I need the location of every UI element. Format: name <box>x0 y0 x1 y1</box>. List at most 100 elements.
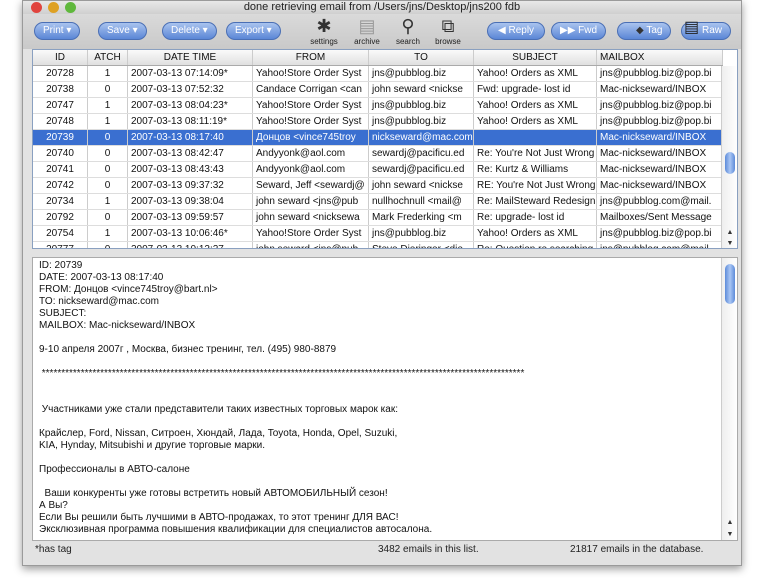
message-body: ID: 20739 DATE: 2007-03-13 08:17:40 FROM… <box>39 260 525 535</box>
search-button[interactable]: ⚲ search <box>391 15 425 46</box>
table-cell: 2007-03-13 08:43:43 <box>128 162 253 177</box>
settings-button[interactable]: ✱ settings <box>307 15 341 46</box>
table-cell: 2007-03-13 07:52:32 <box>128 82 253 97</box>
column-header[interactable]: SUBJECT <box>474 50 597 65</box>
table-cell: john seward <nickse <box>369 178 474 193</box>
table-cell: 1 <box>88 98 128 113</box>
table-row[interactable]: 20754 1 2007-03-13 10:06:46* Yahoo!Store Or… <box>33 226 723 242</box>
reply-button[interactable]: ◀ Reply <box>487 22 546 40</box>
table-cell: 0 <box>88 130 128 145</box>
table-cell: Re: You're Not Just Wrong <box>474 146 597 161</box>
table-scrollbar[interactable]: ▲ ▼ <box>721 66 737 248</box>
archive-button[interactable]: ▤ archive <box>350 15 384 46</box>
table-row[interactable]: 20747 1 2007-03-13 08:04:23* Yahoo!Store Or… <box>33 98 723 114</box>
reply-icon: ◀ <box>498 25 506 36</box>
table-cell: 1 <box>88 226 128 241</box>
table-cell: 20777 <box>33 242 88 248</box>
table-cell: Yahoo!Store Order Syst <box>253 114 369 129</box>
print-button[interactable]: Print ▾ <box>34 22 81 40</box>
save-button[interactable]: Save ▾ <box>98 22 147 40</box>
tag-button[interactable]: ◆ Tag <box>617 22 672 40</box>
title-bar: done retrieving email from /Users/jns/De… <box>23 1 741 14</box>
table-cell: 0 <box>88 242 128 248</box>
table-row[interactable]: 20792 0 2007-03-13 09:59:57 john seward <ni… <box>33 210 723 226</box>
export-button[interactable]: Export ▾ <box>226 22 281 40</box>
table-cell: Seward, Jeff <sewardj@ <box>253 178 369 193</box>
table-cell: jns@pubblog.biz <box>369 114 474 129</box>
detail-scroll-up-arrow[interactable]: ▲ <box>722 519 737 526</box>
table-cell: 2007-03-13 07:14:09* <box>128 66 253 81</box>
table-cell: 1 <box>88 66 128 81</box>
table-cell: 0 <box>88 146 128 161</box>
forward-icon: ▶▶ <box>560 25 576 36</box>
table-row[interactable]: 20728 1 2007-03-13 07:14:09* Yahoo!Store Or… <box>33 66 723 82</box>
detail-scroll-down-arrow[interactable]: ▼ <box>722 531 737 538</box>
table-cell: 20748 <box>33 114 88 129</box>
table-cell: jns@pubblog.com@mail. <box>597 194 723 209</box>
delete-button[interactable]: Delete ▾ <box>162 22 217 40</box>
table-cell: 20747 <box>33 98 88 113</box>
table-cell: Yahoo! Orders as XML <box>474 226 597 241</box>
scroll-down-arrow[interactable]: ▼ <box>722 240 737 247</box>
column-header[interactable]: MAILBOX <box>597 50 723 65</box>
table-cell: 2007-03-13 09:38:04 <box>128 194 253 209</box>
table-cell: jns@pubblog.biz@pop.bi <box>597 66 723 81</box>
archive-icon: ▤ <box>358 16 376 36</box>
table-row[interactable]: 20741 0 2007-03-13 08:43:43 Andyyonk@aol.co… <box>33 162 723 178</box>
list-count: 3482 emails in this list. <box>378 544 479 555</box>
table-row[interactable]: 20742 0 2007-03-13 09:37:32 Seward, Jeff <s… <box>33 178 723 194</box>
table-cell: RE: You're Not Just Wrong <box>474 178 597 193</box>
raw-button[interactable]: ▤ Raw <box>681 20 732 40</box>
column-header[interactable]: DATE TIME <box>128 50 253 65</box>
zoom-button[interactable] <box>65 2 76 13</box>
table-cell: sewardj@pacificu.ed <box>369 146 474 161</box>
table-cell: 2007-03-13 08:42:47 <box>128 146 253 161</box>
detail-scrollbar[interactable]: ▲ ▼ <box>721 258 737 540</box>
table-cell: 2007-03-13 10:06:46* <box>128 226 253 241</box>
gear-icon: ✱ <box>316 16 332 36</box>
minimize-button[interactable] <box>48 2 59 13</box>
email-table: ID ATCH DATE TIME FROM TO SUBJECT MAILBOX 2072… <box>32 49 738 249</box>
column-header[interactable]: FROM <box>253 50 369 65</box>
scroll-up-arrow[interactable]: ▲ <box>722 229 737 236</box>
column-header[interactable]: ID <box>33 50 88 65</box>
table-cell: jns@pubblog.biz@pop.bi <box>597 226 723 241</box>
table-cell: Mac-nickseward/INBOX <box>597 146 723 161</box>
close-button[interactable] <box>31 2 42 13</box>
table-cell: 1 <box>88 194 128 209</box>
table-cell: Mac-nickseward/INBOX <box>597 130 723 145</box>
table-cell: 1 <box>88 114 128 129</box>
forward-button[interactable]: ▶▶ Fwd <box>551 22 607 40</box>
table-row[interactable]: 20740 0 2007-03-13 08:42:47 Andyyonk@aol.co… <box>33 146 723 162</box>
app-window: done retrieving email from /Users/jns/De… <box>22 0 742 566</box>
table-cell: 20740 <box>33 146 88 161</box>
browse-icon: ⧉ <box>441 16 455 36</box>
table-cell: sewardj@pacificu.ed <box>369 162 474 177</box>
table-cell: 20742 <box>33 178 88 193</box>
table-row[interactable]: 20738 0 2007-03-13 07:52:32 Candace Corriga… <box>33 82 723 98</box>
scroll-thumb[interactable] <box>725 152 735 174</box>
table-row[interactable]: 20748 1 2007-03-13 08:11:19* Yahoo!Store Or… <box>33 114 723 130</box>
table-cell: 20734 <box>33 194 88 209</box>
detail-scroll-thumb[interactable] <box>725 264 735 304</box>
table-cell: 2007-03-13 09:37:32 <box>128 178 253 193</box>
table-cell: 2007-03-13 08:04:23* <box>128 98 253 113</box>
table-cell: Re: Question re searching <box>474 242 597 248</box>
table-cell: 0 <box>88 178 128 193</box>
browse-button[interactable]: ⧉ browse <box>431 15 465 46</box>
table-row[interactable]: 20739 0 2007-03-13 08:17:40 Донцов <vince74… <box>33 130 723 146</box>
table-cell: Andyyonk@aol.com <box>253 146 369 161</box>
table-cell: 0 <box>88 82 128 97</box>
table-row[interactable]: 20734 1 2007-03-13 09:38:04 john seward <jn… <box>33 194 723 210</box>
table-cell: Yahoo!Store Order Syst <box>253 226 369 241</box>
table-cell: 20741 <box>33 162 88 177</box>
table-cell: nullhochnull <mail@ <box>369 194 474 209</box>
toolbar: Print ▾ Save ▾ Delete ▾ Export ▾ ✱ settin… <box>23 14 741 49</box>
table-cell: 2007-03-13 08:11:19* <box>128 114 253 129</box>
table-cell: Mac-nickseward/INBOX <box>597 82 723 97</box>
table-row[interactable]: 2077702007-03-13 10:12:27john seward <jn… <box>33 242 723 248</box>
window-title: done retrieving email from /Users/jns/De… <box>243 1 521 13</box>
column-header[interactable]: ATCH <box>88 50 128 65</box>
table-cell: 20754 <box>33 226 88 241</box>
column-header[interactable]: TO <box>369 50 474 65</box>
